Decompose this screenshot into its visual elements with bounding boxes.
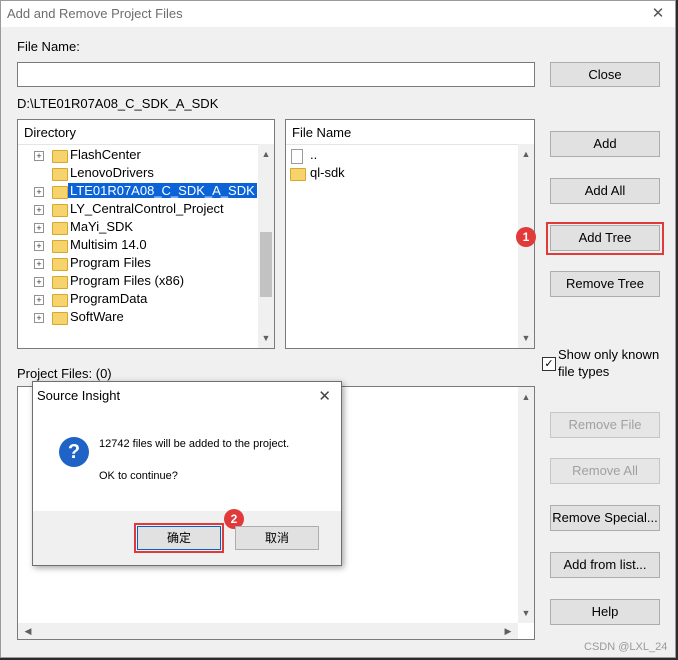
add-from-list-button[interactable]: Add from list... (550, 552, 660, 578)
scroll-down-icon[interactable]: ▼ (258, 330, 274, 346)
dir-item-software[interactable]: + SoftWare (18, 309, 258, 327)
close-button[interactable]: Close (550, 62, 660, 87)
expand-icon[interactable]: + (34, 295, 44, 305)
project-files-vertical-scrollbar[interactable]: ▲ ▼ (518, 387, 534, 623)
file-name-input[interactable] (17, 62, 535, 87)
remove-special-button[interactable]: Remove Special... (550, 505, 660, 531)
folder-icon (52, 222, 68, 235)
file-item-ql-sdk[interactable]: ql-sdk (290, 165, 530, 183)
expand-icon[interactable]: + (34, 187, 44, 197)
dir-item-multisim[interactable]: + Multisim 14.0 (18, 237, 258, 255)
directory-vertical-scrollbar[interactable]: ▲ ▼ (258, 144, 274, 348)
folder-icon (52, 240, 68, 253)
scroll-up-icon[interactable]: ▲ (518, 389, 534, 405)
cancel-button[interactable]: 取消 (235, 526, 319, 550)
dialog-title: Source Insight (37, 388, 121, 403)
file-name-label: File Name: (17, 39, 80, 54)
scroll-down-icon[interactable]: ▼ (518, 330, 534, 346)
window-title: Add and Remove Project Files (7, 6, 183, 21)
add-all-button[interactable]: Add All (550, 178, 660, 204)
expand-icon[interactable]: + (34, 223, 44, 233)
folder-icon (290, 168, 306, 181)
dir-item-ly-centralcontrol[interactable]: + LY_CentralControl_Project (18, 201, 258, 219)
dialog-body: Source Insight ✕ ? 12742 files will be a… (33, 382, 341, 511)
project-files-label: Project Files: (0) (17, 366, 112, 381)
help-button[interactable]: Help (550, 599, 660, 625)
expand-icon[interactable]: + (34, 205, 44, 215)
expand-icon[interactable]: + (34, 241, 44, 251)
folder-icon (52, 312, 68, 325)
question-icon: ? (59, 437, 89, 467)
expand-icon[interactable]: + (34, 313, 44, 323)
dialog-question: OK to continue? (99, 470, 178, 482)
folder-icon (52, 168, 68, 181)
dialog-close-icon[interactable]: ✕ (318, 387, 331, 405)
scroll-thumb[interactable] (260, 232, 272, 297)
folder-icon (52, 204, 68, 217)
folder-icon (52, 150, 68, 163)
scroll-up-icon[interactable]: ▲ (258, 146, 274, 162)
current-path: D:\LTE01R07A08_C_SDK_A_SDK (17, 96, 219, 111)
dir-item-programdata[interactable]: + ProgramData (18, 291, 258, 309)
folder-icon (52, 186, 68, 199)
expand-icon[interactable]: + (34, 259, 44, 269)
folder-icon (52, 294, 68, 307)
dir-item-program-files[interactable]: + Program Files (18, 255, 258, 273)
dir-item-flashcenter[interactable]: + FlashCenter (18, 147, 258, 165)
ok-button-highlight (134, 523, 224, 553)
remove-file-button[interactable]: Remove File (550, 412, 660, 438)
step-badge-1: 1 (516, 227, 536, 247)
dir-item-lte-sdk[interactable]: + LTE01R07A08_C_SDK_A_SDK (18, 183, 258, 201)
show-known-types-label-2: file types (558, 364, 610, 379)
file-name-listbox[interactable]: File Name .. ql-sdk ▲ ▼ (285, 119, 535, 349)
project-files-horizontal-scrollbar[interactable]: ◀ ▶ (18, 623, 518, 639)
directory-listbox[interactable]: Directory + FlashCenter LenovoDrivers + … (17, 119, 275, 349)
directory-header[interactable]: Directory (18, 120, 274, 145)
show-known-types-checkbox[interactable]: ✓ (542, 357, 556, 371)
show-known-types-label-1: Show only known (558, 347, 660, 362)
file-icon (291, 149, 303, 164)
title-bar: Add and Remove Project Files ✕ (1, 1, 675, 27)
folder-icon (52, 276, 68, 289)
add-button[interactable]: Add (550, 131, 660, 157)
remove-all-button[interactable]: Remove All (550, 458, 660, 484)
scroll-right-icon[interactable]: ▶ (500, 623, 516, 639)
dir-item-mayi-sdk[interactable]: + MaYi_SDK (18, 219, 258, 237)
expand-icon[interactable]: + (34, 277, 44, 287)
watermark: CSDN @LXL_24 (584, 641, 668, 653)
scroll-up-icon[interactable]: ▲ (518, 146, 534, 162)
file-name-header[interactable]: File Name (286, 120, 534, 145)
scroll-left-icon[interactable]: ◀ (20, 623, 36, 639)
expand-icon[interactable]: + (34, 151, 44, 161)
scroll-down-icon[interactable]: ▼ (518, 605, 534, 621)
add-tree-highlight (546, 222, 664, 255)
file-item-parent[interactable]: .. (290, 147, 530, 165)
source-insight-dialog: Source Insight ✕ ? 12742 files will be a… (32, 381, 342, 566)
remove-tree-button[interactable]: Remove Tree (550, 271, 660, 297)
dialog-message: 12742 files will be added to the project… (99, 438, 290, 450)
dir-item-lenovodrivers[interactable]: LenovoDrivers (18, 165, 258, 183)
folder-icon (52, 258, 68, 271)
dir-item-program-files-x86[interactable]: + Program Files (x86) (18, 273, 258, 291)
window-close-icon[interactable]: ✕ (647, 3, 669, 25)
